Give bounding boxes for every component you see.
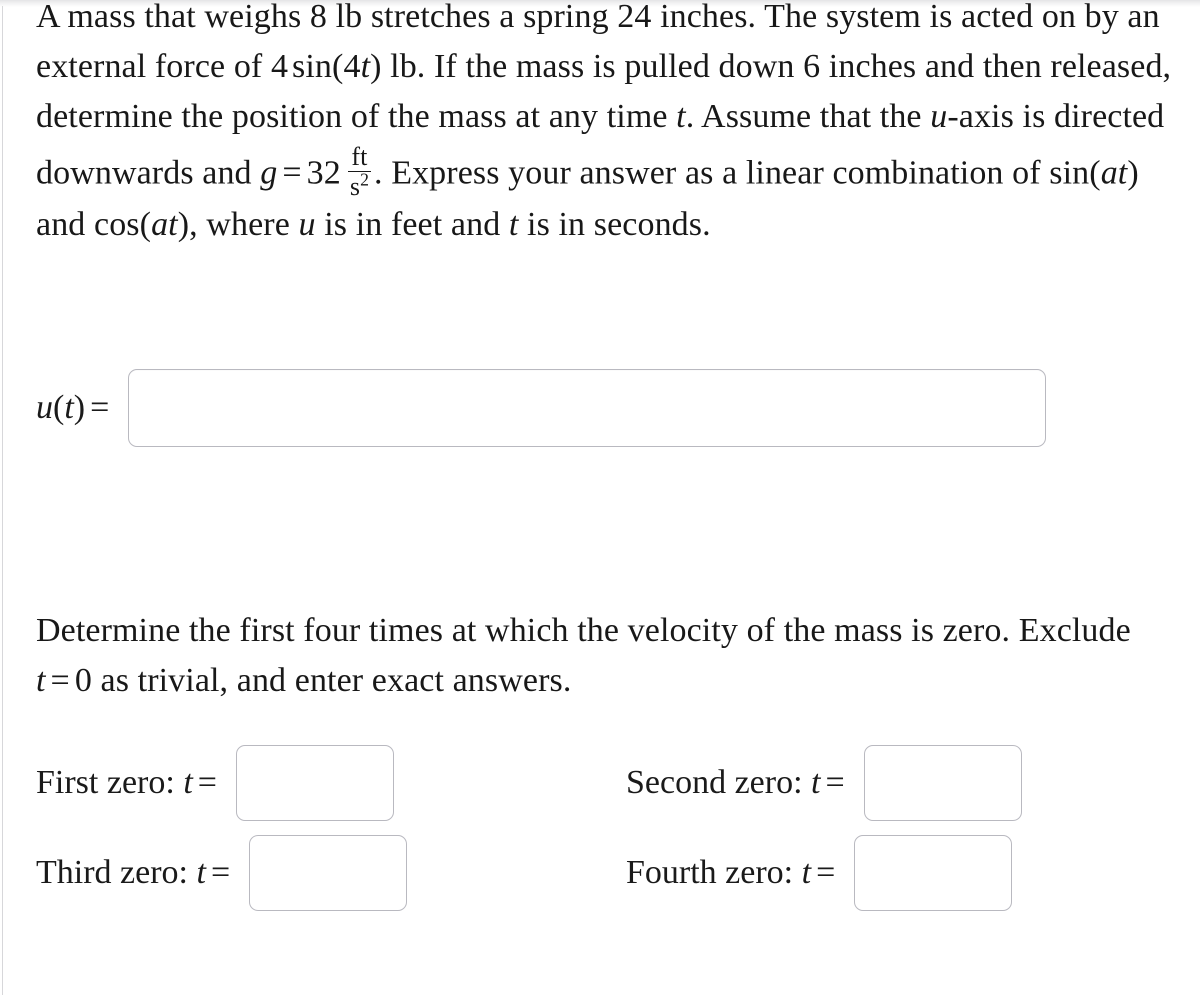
- third-zero-label: Third zero: t =: [36, 854, 249, 892]
- position-answer-input[interactable]: [128, 369, 1047, 447]
- statement-text-7: , where: [189, 205, 299, 243]
- cos-function-name: cos: [94, 205, 140, 243]
- second-zero-equals-sign: =: [825, 764, 845, 801]
- velocity-zero-value: 0: [74, 662, 92, 699]
- fourth-zero-label: Fourth zero: t =: [626, 854, 854, 892]
- second-zero-label: Second zero: t =: [626, 764, 864, 802]
- zero-answers-row-1: First zero: t = Second zero: t =: [36, 738, 1146, 828]
- gravity-symbol: g: [260, 154, 278, 192]
- statement-text-6: and: [36, 205, 94, 243]
- gravity-value: 32: [306, 154, 341, 192]
- third-zero-cell: Third zero: t =: [36, 835, 626, 911]
- statement-text-8: is in feet and: [315, 205, 509, 243]
- problem-statement-paragraph: A mass that weighs 8 lb stretches a spri…: [36, 0, 1178, 250]
- position-answer-label: u(t) =: [36, 389, 128, 427]
- velocity-text-1: Determine the first four times at which …: [36, 612, 1131, 649]
- force-argument-number: 4: [343, 48, 361, 85]
- sin-function-name: sin: [1049, 154, 1090, 192]
- third-zero-input[interactable]: [249, 835, 408, 911]
- force-coefficient: 4: [270, 48, 289, 85]
- fourth-zero-variable: t: [801, 854, 812, 891]
- zero-answers-grid: First zero: t = Second zero: t = Third zer…: [36, 738, 1146, 918]
- gravity-unit-exponent: 2: [360, 169, 369, 190]
- cos-paren-open: (: [139, 205, 152, 243]
- force-sine-function: sin: [292, 48, 333, 85]
- second-zero-cell: Second zero: t =: [626, 745, 1146, 821]
- first-zero-cell: First zero: t =: [36, 745, 626, 821]
- fourth-zero-equals-sign: =: [816, 854, 836, 891]
- statement-text-5: . Express your answer as a linear combin…: [374, 154, 1050, 192]
- second-zero-variable: t: [811, 764, 821, 801]
- third-zero-variable: t: [196, 854, 206, 891]
- third-zero-equals-sign: =: [210, 854, 231, 891]
- position-variable: t: [64, 389, 74, 426]
- statement-text-3: . Assume that the: [685, 98, 931, 135]
- time-variable-1: t: [676, 98, 686, 135]
- gravity-unit-denominator-base: s: [349, 172, 361, 202]
- time-variable-2: t: [508, 205, 519, 243]
- force-paren-open: (: [332, 48, 344, 85]
- position-paren-close: ): [73, 389, 86, 426]
- statement-text-9: is in seconds.: [518, 205, 711, 243]
- u-axis-variable: u: [930, 98, 948, 135]
- first-zero-label-text: First zero:: [36, 764, 184, 801]
- position-answer-row: u(t) =: [36, 369, 1047, 447]
- position-function-name: u: [36, 389, 53, 426]
- third-zero-label-text: Third zero:: [36, 854, 197, 891]
- first-zero-variable: t: [183, 764, 193, 801]
- u-variable-2: u: [298, 205, 316, 243]
- velocity-time-variable: t: [36, 662, 46, 699]
- first-zero-equals-sign: =: [197, 764, 217, 801]
- gravity-unit-denominator: s2: [347, 169, 371, 202]
- gravity-unit-numerator: ft: [351, 142, 368, 171]
- force-paren-close: ): [370, 48, 382, 85]
- gravity-unit-fraction: ft s2: [347, 142, 371, 202]
- velocity-equals-sign: =: [50, 662, 70, 699]
- first-zero-label: First zero: t =: [36, 764, 236, 802]
- fourth-zero-label-text: Fourth zero:: [626, 854, 802, 891]
- position-equals-sign: =: [90, 389, 110, 426]
- fourth-zero-input[interactable]: [854, 835, 1013, 911]
- sin-paren-open: (: [1089, 154, 1101, 192]
- sin-argument-t: t: [1117, 154, 1128, 192]
- first-zero-input[interactable]: [235, 745, 394, 821]
- cos-paren-close: ): [177, 205, 190, 243]
- zero-answers-row-2: Third zero: t = Fourth zero: t =: [36, 828, 1146, 918]
- velocity-zeros-paragraph: Determine the first four times at which …: [36, 606, 1156, 706]
- cos-argument-t: t: [168, 205, 178, 243]
- left-edge-rule: [2, 6, 3, 995]
- gravity-equals-sign: =: [282, 154, 302, 192]
- fourth-zero-cell: Fourth zero: t =: [626, 835, 1146, 911]
- position-paren-open: (: [53, 389, 65, 426]
- second-zero-label-text: Second zero:: [626, 764, 812, 801]
- velocity-text-2: as trivial, and enter exact answers.: [91, 662, 572, 699]
- second-zero-input[interactable]: [863, 745, 1022, 821]
- force-argument-variable: t: [360, 48, 371, 85]
- cos-argument-a: a: [151, 205, 169, 243]
- sin-paren-close: ): [1127, 154, 1139, 192]
- sin-argument-a: a: [1100, 154, 1118, 192]
